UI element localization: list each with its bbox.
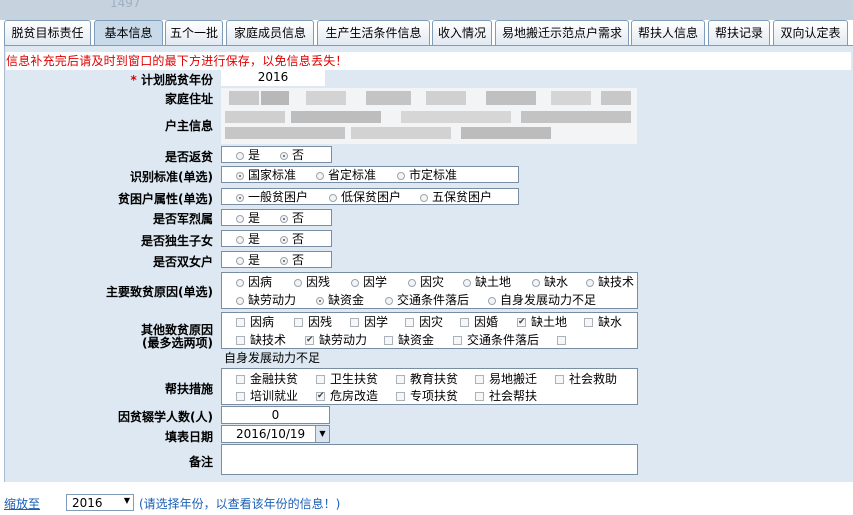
- radio-general-poor[interactable]: 一般贫困户: [236, 190, 308, 204]
- check-measure-special[interactable]: 专项扶贫: [396, 389, 458, 403]
- tab-help-records[interactable]: 帮扶记录: [708, 20, 770, 45]
- radio-cause-education[interactable]: 因学: [351, 275, 387, 289]
- radio-cause-illness[interactable]: 因病: [236, 275, 272, 289]
- tab-relocation-needs[interactable]: 易地搬迁示范点户需求: [495, 20, 629, 45]
- radio-cause-disaster[interactable]: 因灾: [408, 275, 444, 289]
- return-poverty-group: 是 否: [221, 146, 332, 163]
- check-measure-training[interactable]: 培训就业: [236, 389, 298, 403]
- check-measure-relocation[interactable]: 易地搬迁: [475, 372, 537, 386]
- check-other-no-water[interactable]: 缺水: [584, 315, 622, 329]
- martyr-group: 是 否: [221, 209, 332, 226]
- tab-income[interactable]: 收入情况: [432, 20, 492, 45]
- only-child-label: 是否独生子女: [140, 234, 213, 248]
- dropout-input[interactable]: 0: [221, 406, 330, 424]
- radio-low-income-poor[interactable]: 低保贫困户: [329, 190, 401, 204]
- check-measure-education[interactable]: 教育扶贫: [396, 372, 458, 386]
- tab-five-one-batch[interactable]: 五个一批: [165, 20, 223, 45]
- check-measure-social-relief[interactable]: 社会救助: [555, 372, 617, 386]
- radio-two-daughters-no[interactable]: 否: [280, 253, 304, 267]
- two-daughters-group: 是 否: [221, 251, 332, 268]
- address-field[interactable]: [221, 88, 637, 107]
- two-daughters-label: 是否双女户: [152, 255, 213, 269]
- check-measure-social-help[interactable]: 社会帮扶: [475, 389, 537, 403]
- standard-label: 识别标准(单选): [130, 170, 213, 184]
- plan-year-label: * 计划脱贫年份: [130, 73, 213, 87]
- check-other-traffic[interactable]: 交通条件落后: [453, 333, 539, 347]
- check-measure-health[interactable]: 卫生扶贫: [316, 372, 378, 386]
- radio-cause-disability[interactable]: 因残: [294, 275, 330, 289]
- other-cause-label: 其他致贫原因 (最多选两项): [140, 323, 213, 350]
- check-other-no-skill[interactable]: 缺技术: [236, 333, 286, 347]
- radio-cause-no-water[interactable]: 缺水: [532, 275, 568, 289]
- radio-cause-traffic[interactable]: 交通条件落后: [385, 293, 469, 307]
- address-label: 家庭住址: [164, 92, 213, 106]
- radio-cause-no-land[interactable]: 缺土地: [463, 275, 511, 289]
- year-filter-bar: 缩放至 2016 ▼ (请选择年份，以查看该年份的信息！): [0, 482, 853, 515]
- radio-cause-no-labor[interactable]: 缺劳动力: [236, 293, 296, 307]
- zoom-to-link[interactable]: 缩放至: [4, 495, 40, 512]
- radio-martyr-no[interactable]: 否: [280, 211, 304, 225]
- return-poverty-label: 是否返贫: [164, 150, 213, 164]
- check-other-motivation[interactable]: [557, 333, 571, 347]
- measures-group: 金融扶贫 卫生扶贫 教育扶贫 易地搬迁 社会救助 培训就业 危房改造 专项扶贫 …: [221, 368, 638, 405]
- main-cause-group: 因病 因残 因学 因灾 缺土地 缺水 缺技术 缺劳动力 缺资金 交通条件落后 自…: [221, 272, 638, 309]
- calendar-dropdown-icon[interactable]: ▼: [315, 426, 329, 442]
- attribute-group: 一般贫困户 低保贫困户 五保贫困户: [221, 188, 519, 205]
- other-cause-group: 因病 因残 因学 因灾 因婚 缺土地 缺水 缺技术 缺劳动力 缺资金 交通条件落…: [221, 312, 638, 349]
- year-hint: (请选择年份，以查看该年份的信息！): [139, 497, 341, 511]
- check-measure-housing[interactable]: 危房改造: [316, 389, 378, 403]
- top-map-strip: 1497: [0, 0, 853, 20]
- tab-basic-info[interactable]: 基本信息: [94, 20, 163, 45]
- martyr-label: 是否军烈属: [152, 212, 213, 226]
- tab-family-members[interactable]: 家庭成员信息: [226, 20, 314, 45]
- radio-cause-no-skill[interactable]: 缺技术: [586, 275, 634, 289]
- radio-martyr-yes[interactable]: 是: [236, 211, 260, 225]
- remarks-textarea[interactable]: [221, 444, 638, 475]
- year-select[interactable]: 2016 ▼: [66, 494, 134, 511]
- save-warning: 信息补充完后请及时到窗口的最下方进行保存，以免信息丢失！: [6, 52, 851, 70]
- check-other-no-land[interactable]: 缺土地: [517, 315, 567, 329]
- tab-bar: 脱贫目标责任 基本信息 五个一批 家庭成员信息 生产生活条件信息 收入情况 易地…: [4, 20, 853, 46]
- check-other-disability[interactable]: 因残: [294, 315, 332, 329]
- background-ghost-text: 1497: [110, 0, 141, 10]
- check-measure-finance[interactable]: 金融扶贫: [236, 372, 298, 386]
- radio-return-no[interactable]: 否: [280, 148, 304, 162]
- only-child-group: 是 否: [221, 230, 332, 247]
- other-cause-overflow-label: 自身发展动力不足: [224, 351, 321, 365]
- check-other-marriage[interactable]: 因婚: [460, 315, 498, 329]
- radio-provincial-standard[interactable]: 省定标准: [316, 168, 376, 182]
- chevron-down-icon: ▼: [123, 496, 130, 505]
- fill-date-label: 填表日期: [164, 430, 213, 444]
- radio-two-daughters-yes[interactable]: 是: [236, 253, 260, 267]
- radio-only-child-no[interactable]: 否: [280, 232, 304, 246]
- standard-group: 国家标准 省定标准 市定标准: [221, 166, 519, 183]
- tab-poverty-target[interactable]: 脱贫目标责任: [4, 20, 91, 45]
- remarks-label: 备注: [188, 455, 213, 469]
- tab-helper-info[interactable]: 帮扶人信息: [631, 20, 705, 45]
- radio-city-standard[interactable]: 市定标准: [397, 168, 457, 182]
- householder-field[interactable]: [221, 107, 637, 144]
- radio-cause-no-motivation[interactable]: 自身发展动力不足: [488, 293, 596, 307]
- check-other-no-labor[interactable]: 缺劳动力: [305, 333, 367, 347]
- fill-date-input[interactable]: 2016/10/19 ▼: [221, 425, 330, 443]
- tab-living-conditions[interactable]: 生产生活条件信息: [317, 20, 430, 45]
- plan-year-input[interactable]: 2016: [221, 69, 325, 86]
- check-other-no-funds[interactable]: 缺资金: [384, 333, 434, 347]
- radio-five-guarantee-poor[interactable]: 五保贫困户: [420, 190, 492, 204]
- measures-label: 帮扶措施: [164, 382, 213, 396]
- radio-return-yes[interactable]: 是: [236, 148, 260, 162]
- check-other-illness[interactable]: 因病: [236, 315, 274, 329]
- radio-national-standard[interactable]: 国家标准: [236, 168, 296, 182]
- radio-cause-no-funds[interactable]: 缺资金: [316, 293, 364, 307]
- radio-only-child-yes[interactable]: 是: [236, 232, 260, 246]
- check-other-disaster[interactable]: 因灾: [405, 315, 443, 329]
- attribute-label: 贫困户属性(单选): [118, 192, 213, 206]
- householder-label: 户主信息: [164, 119, 213, 133]
- tab-two-way-form[interactable]: 双向认定表: [773, 20, 848, 45]
- dropout-label: 因贫辍学人数(人): [118, 410, 213, 424]
- main-cause-label: 主要致贫原因(单选): [106, 285, 213, 299]
- check-other-education[interactable]: 因学: [350, 315, 388, 329]
